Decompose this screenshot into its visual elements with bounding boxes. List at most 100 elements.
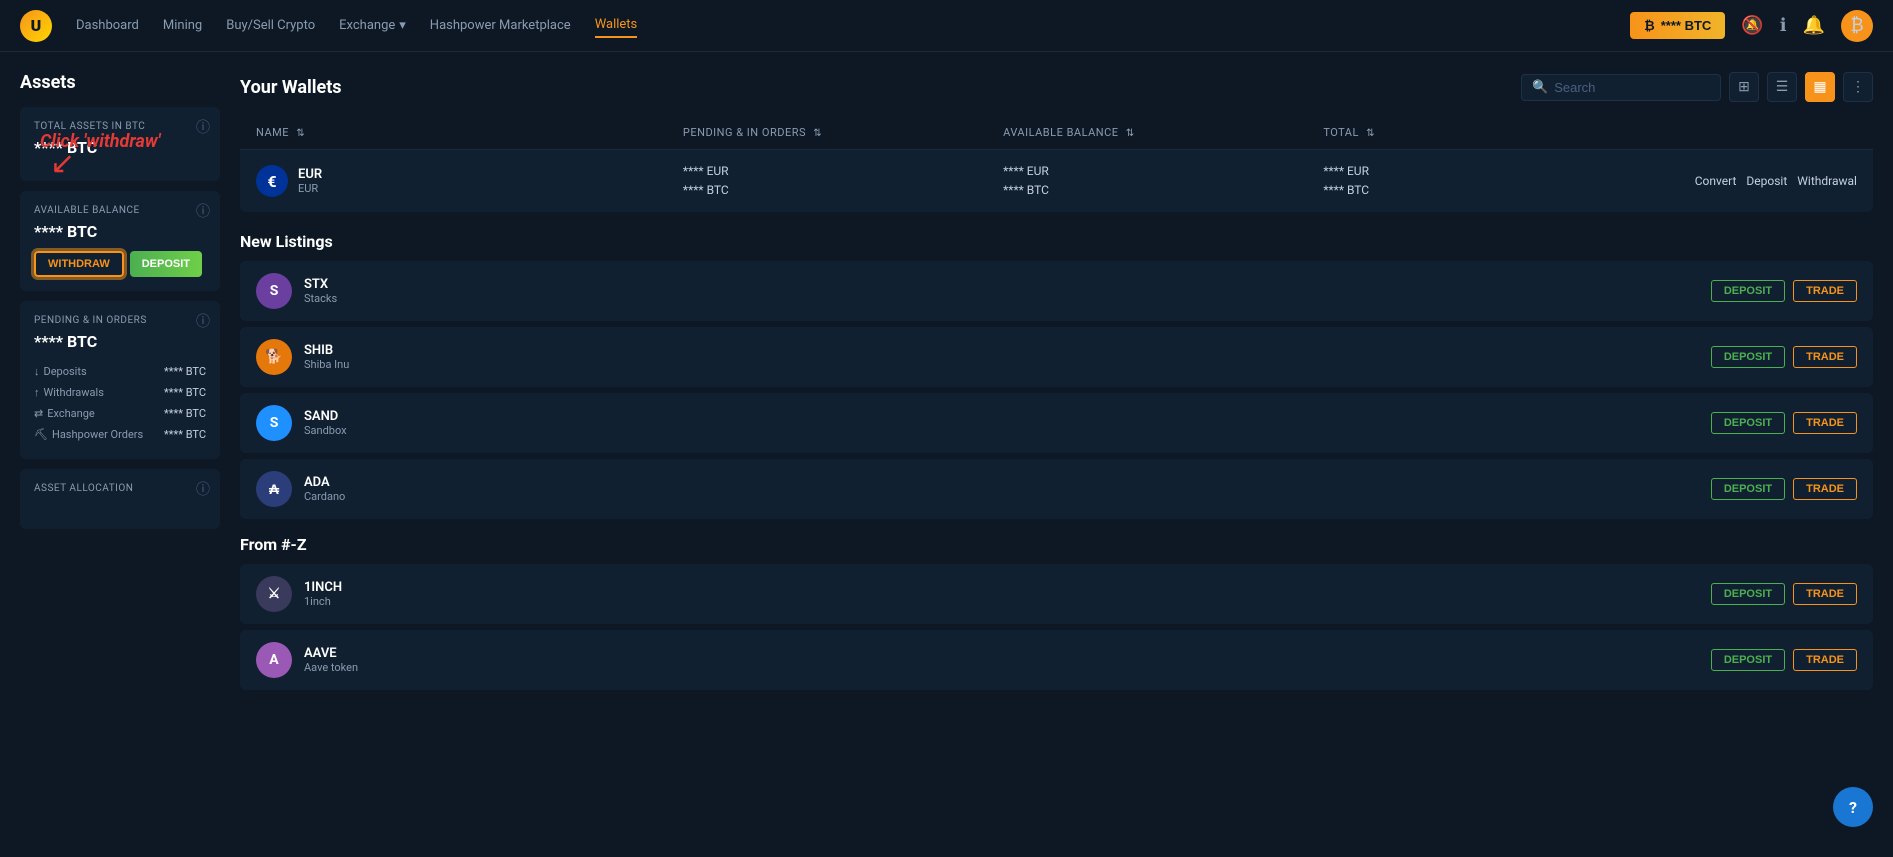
- total-assets-card: TOTAL ASSETS IN BTC **** BTC ⓘ: [20, 107, 220, 181]
- navbar: U Dashboard Mining Buy/Sell Crypto Excha…: [0, 0, 1893, 52]
- bitcoin-icon: ₿: [1644, 18, 1655, 33]
- col-available-header[interactable]: AVAILABLE BALANCE ⇅: [1003, 126, 1323, 139]
- coin-name-eur: EUR: [298, 167, 322, 182]
- deposit-button-shib[interactable]: DEPOSIT: [1711, 346, 1785, 368]
- withdrawal-link[interactable]: Withdrawal: [1797, 174, 1857, 188]
- search-input[interactable]: [1554, 80, 1710, 95]
- convert-link[interactable]: Convert: [1695, 174, 1737, 188]
- col-pending-header[interactable]: PENDING & IN ORDERS ⇅: [683, 126, 1003, 139]
- listing-sub-shib: Shiba Inu: [304, 358, 1699, 371]
- table-header: NAME ⇅ PENDING & IN ORDERS ⇅ AVAILABLE B…: [240, 116, 1873, 150]
- available-balance-value: **** BTC: [34, 222, 206, 241]
- from-az-container: ⚔ 1INCH 1inch DEPOSIT TRADE A AAVE Aave …: [240, 564, 1873, 690]
- coin-cell-eur: € EUR EUR: [256, 165, 683, 197]
- main-layout: Assets TOTAL ASSETS IN BTC **** BTC ⓘ AV…: [0, 52, 1893, 716]
- pending-row-item: ⇄ Exchange **** BTC: [34, 403, 206, 424]
- trade-button-sand[interactable]: TRADE: [1793, 412, 1857, 434]
- from-az-title: From #-Z: [240, 535, 1873, 554]
- deposit-button-stx[interactable]: DEPOSIT: [1711, 280, 1785, 302]
- pending-value: **** BTC: [34, 332, 206, 351]
- listing-sub-1inch: 1inch: [304, 595, 1699, 608]
- pending-row-value: **** BTC: [164, 365, 206, 378]
- table-row: € EUR EUR **** EUR**** BTC **** EUR**** …: [240, 150, 1873, 212]
- info-icon[interactable]: ℹ: [1780, 15, 1787, 36]
- col-name-header[interactable]: NAME ⇅: [256, 126, 683, 139]
- listing-icon-ada: ₳: [256, 471, 292, 507]
- btc-balance-button[interactable]: ₿ **** BTC: [1630, 12, 1725, 39]
- list-view-button[interactable]: ☰: [1767, 72, 1797, 102]
- listing-icon-1inch: ⚔: [256, 576, 292, 612]
- deposit-button-sand[interactable]: DEPOSIT: [1711, 412, 1785, 434]
- listing-name-ada: ADA: [304, 475, 1699, 490]
- available-balance-info-icon[interactable]: ⓘ: [196, 201, 210, 221]
- more-options-button[interactable]: ⋮: [1843, 72, 1873, 102]
- pending-info-icon[interactable]: ⓘ: [196, 311, 210, 331]
- deposit-button[interactable]: DEPOSIT: [130, 251, 202, 277]
- deposit-button-aave[interactable]: DEPOSIT: [1711, 649, 1785, 671]
- pending-row-value: **** BTC: [164, 428, 206, 441]
- pending-row-value: **** BTC: [164, 386, 206, 399]
- listing-actions-aave: DEPOSIT TRADE: [1711, 649, 1857, 671]
- pending-row-item: ↑ Withdrawals **** BTC: [34, 382, 206, 403]
- listing-sub-stx: Stacks: [304, 292, 1699, 305]
- trade-button-aave[interactable]: TRADE: [1793, 649, 1857, 671]
- listing-name-shib: SHIB: [304, 343, 1699, 358]
- pending-row-item: ↓ Deposits **** BTC: [34, 361, 206, 382]
- trade-button-ada[interactable]: TRADE: [1793, 478, 1857, 500]
- columns-view-button[interactable]: ▦: [1805, 72, 1835, 102]
- user-avatar[interactable]: ₿: [1841, 10, 1873, 42]
- listing-info-shib: SHIB Shiba Inu: [304, 343, 1699, 371]
- pending-row-icon: ↓: [34, 365, 40, 378]
- deposit-button-1inch[interactable]: DEPOSIT: [1711, 583, 1785, 605]
- pending-row-label: ⛏ Hashpower Orders: [34, 428, 143, 441]
- eur-row-actions: Convert Deposit Withdrawal: [1644, 174, 1857, 188]
- listing-row-shib: 🐕 SHIB Shiba Inu DEPOSIT TRADE: [240, 327, 1873, 387]
- balance-actions: WITHDRAW DEPOSIT: [34, 251, 206, 277]
- pending-row-label: ⇄ Exchange: [34, 407, 95, 420]
- bell-icon[interactable]: 🔔: [1803, 15, 1825, 36]
- col-total-header[interactable]: TOTAL ⇅: [1323, 126, 1643, 139]
- trade-button-shib[interactable]: TRADE: [1793, 346, 1857, 368]
- help-button[interactable]: ?: [1833, 787, 1873, 827]
- nav-dashboard[interactable]: Dashboard: [76, 14, 139, 37]
- trade-button-1inch[interactable]: TRADE: [1793, 583, 1857, 605]
- listing-actions-ada: DEPOSIT TRADE: [1711, 478, 1857, 500]
- notifications-off-icon[interactable]: 🔕: [1741, 15, 1763, 36]
- listing-info-sand: SAND Sandbox: [304, 409, 1699, 437]
- logo[interactable]: U: [20, 10, 52, 42]
- total-assets-info-icon[interactable]: ⓘ: [196, 117, 210, 137]
- asset-allocation-card: ASSET ALLOCATION ⓘ: [20, 469, 220, 529]
- listing-row-stx: S STX Stacks DEPOSIT TRADE: [240, 261, 1873, 321]
- listing-actions-stx: DEPOSIT TRADE: [1711, 280, 1857, 302]
- available-balance-card: AVAILABLE BALANCE **** BTC ⓘ WITHDRAW DE…: [20, 191, 220, 291]
- nav-hashpower[interactable]: Hashpower Marketplace: [430, 14, 571, 37]
- listing-icon-shib: 🐕: [256, 339, 292, 375]
- wallets-toolbar: 🔍 ⊞ ☰ ▦ ⋮: [1521, 72, 1873, 102]
- new-listings-container: S STX Stacks DEPOSIT TRADE 🐕 SHIB Shiba …: [240, 261, 1873, 519]
- listing-icon-sand: S: [256, 405, 292, 441]
- nav-buy-sell[interactable]: Buy/Sell Crypto: [226, 14, 315, 37]
- listing-actions-sand: DEPOSIT TRADE: [1711, 412, 1857, 434]
- col-actions-header: [1644, 126, 1857, 139]
- trade-button-stx[interactable]: TRADE: [1793, 280, 1857, 302]
- withdraw-button[interactable]: WITHDRAW: [34, 251, 124, 277]
- grid-view-button[interactable]: ⊞: [1729, 72, 1759, 102]
- deposit-button-ada[interactable]: DEPOSIT: [1711, 478, 1785, 500]
- new-listings-title: New Listings: [240, 232, 1873, 251]
- coin-info-eur: EUR EUR: [298, 167, 322, 195]
- nav-exchange[interactable]: Exchange ▾: [339, 14, 406, 37]
- wallets-table: NAME ⇅ PENDING & IN ORDERS ⇅ AVAILABLE B…: [240, 116, 1873, 212]
- pending-row-label: ↑ Withdrawals: [34, 386, 104, 399]
- nav-mining[interactable]: Mining: [163, 14, 202, 37]
- listing-icon-aave: A: [256, 642, 292, 678]
- listing-row-ada: ₳ ADA Cardano DEPOSIT TRADE: [240, 459, 1873, 519]
- listing-info-ada: ADA Cardano: [304, 475, 1699, 503]
- nav-wallets[interactable]: Wallets: [595, 13, 638, 38]
- listing-name-aave: AAVE: [304, 646, 1699, 661]
- listing-sub-ada: Cardano: [304, 490, 1699, 503]
- pending-row-icon: ⇄: [34, 407, 43, 420]
- deposit-link[interactable]: Deposit: [1746, 174, 1787, 188]
- search-box[interactable]: 🔍: [1521, 74, 1721, 101]
- pending-row-icon: ↑: [34, 386, 40, 399]
- asset-allocation-info-icon[interactable]: ⓘ: [196, 479, 210, 499]
